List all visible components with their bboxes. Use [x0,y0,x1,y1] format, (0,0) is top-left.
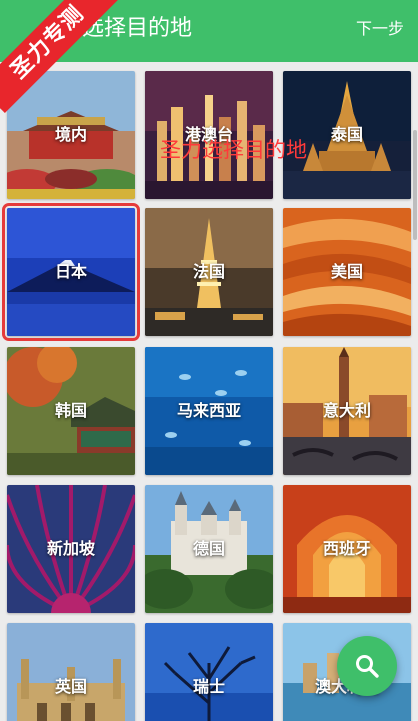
destination-tile-france[interactable]: 法国 [145,208,273,336]
destination-label: 马来西亚 [176,401,241,420]
destination-label: 法国 [192,262,225,281]
destination-label: 美国 [330,262,363,281]
destination-label: 新加坡 [46,539,95,558]
destination-image [145,623,273,721]
destination-tile-uk[interactable]: 英国 [7,623,135,721]
destination-tile-malaysia[interactable]: 马来西亚 [145,347,273,475]
destination-image [7,623,135,721]
destination-label: 意大利 [322,401,371,420]
destination-label: 德国 [192,539,225,558]
destination-tile-korea[interactable]: 韩国 [7,347,135,475]
destination-label: 日本 [54,262,87,281]
next-step-button[interactable]: 下一步 [356,18,404,40]
destination-tile-hk-macau-taiwan[interactable]: 港澳台 [145,71,273,199]
scrollbar[interactable] [413,130,417,240]
destination-tile-thailand[interactable]: 泰国 [283,71,411,199]
destination-label: 韩国 [54,401,87,420]
destination-label: 西班牙 [322,539,371,558]
destination-tile-italy[interactable]: 意大利 [283,347,411,475]
destination-tile-japan[interactable]: 日本 [2,203,140,341]
overlay-annotation: 圣力选择目的地 [160,138,307,162]
destination-tile-spain[interactable]: 西班牙 [283,485,411,613]
destination-label: 境内 [54,125,87,144]
destination-tile-germany[interactable]: 德国 [145,485,273,613]
search-fab-button[interactable] [337,636,397,696]
search-icon [356,655,379,678]
destination-tile-switzerland[interactable]: 瑞士 [145,623,273,721]
destination-label: 瑞士 [192,677,225,696]
destination-tile-usa[interactable]: 美国 [283,208,411,336]
destination-label: 英国 [54,677,87,696]
destination-tile-singapore[interactable]: 新加坡 [7,485,135,613]
